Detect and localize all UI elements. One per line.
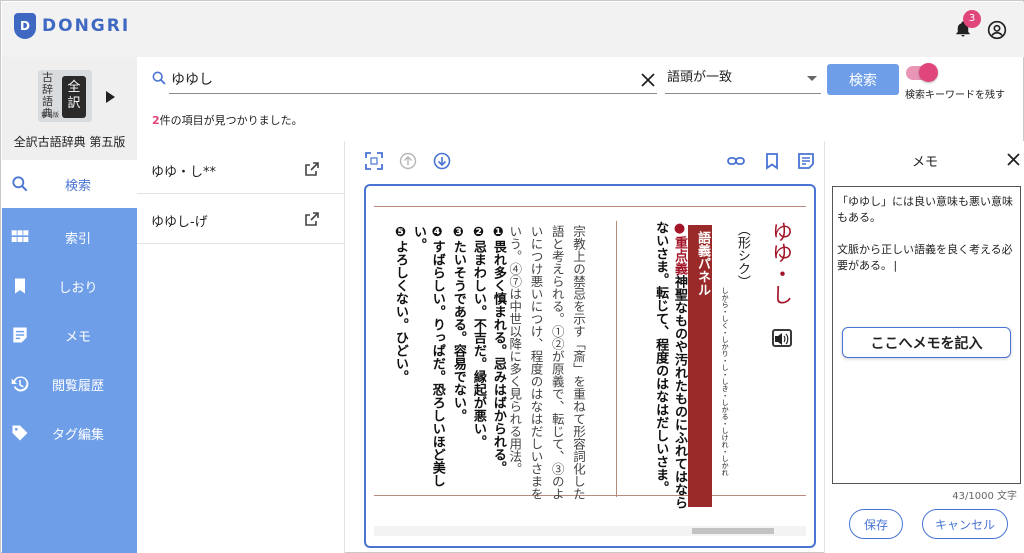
memo-char-counter: 43/1000 文字 — [952, 491, 1017, 502]
match-mode-select[interactable]: 語頭が一致 — [665, 64, 821, 94]
search-button[interactable]: 検索 — [827, 64, 899, 95]
search-input[interactable] — [169, 64, 657, 94]
meaning-panel-label: 語義パネル — [688, 225, 712, 507]
memo-panel: メモ 「ゆゆし」には良い意味も悪い意味もある。 文脈から正しい語義を良く考える必… — [824, 141, 1024, 553]
fullscreen-icon[interactable] — [365, 152, 383, 170]
dictionary-page[interactable]: ゆゆ・し （形シク） しから・しく・しかり・し・しき・しかる・しけれ・しかれ 語… — [364, 184, 816, 548]
scrollbar-thumb[interactable] — [692, 528, 774, 534]
bookmark-icon[interactable] — [763, 152, 781, 170]
viewer-toolbar — [357, 141, 823, 181]
result-count: 2件の項目が見つかりました。 — [152, 112, 303, 128]
notification-badge: 3 — [963, 10, 981, 28]
results-list: ゆゆ・し** ゆゆし-げ — [137, 141, 345, 553]
entry-headword: ゆゆ・し — [769, 221, 794, 305]
sense-2: ❷忌まわしい。不吉だ。縁起が悪い。 — [470, 225, 486, 448]
close-icon[interactable] — [1007, 153, 1020, 166]
logo-text: DONGRI — [42, 16, 131, 36]
open-external-icon[interactable] — [304, 161, 320, 177]
sense-4: ❹すばらしい。りっぱだ。恐ろしいほど美しい。 — [410, 225, 445, 487]
sidebar: 古辞語典 全訳 第五版 全訳古語辞典 第五版 検索 索引 しおり メモ 閲覧履歴 — [2, 57, 137, 553]
result-count-number: 2 — [152, 114, 160, 127]
speaker-icon[interactable] — [772, 329, 792, 347]
sidebar-item-search[interactable]: 検索 — [2, 160, 137, 208]
sidebar-item-label: 閲覧履歴 — [51, 378, 104, 394]
keep-keyword-label: 検索キーワードを残す — [905, 90, 1005, 101]
sense-1: ❶畏れ多く慎まれる。忌みはばかられる。 — [490, 225, 506, 474]
toggle-knob[interactable] — [919, 63, 938, 82]
sidebar-item-index[interactable]: 索引 — [2, 213, 137, 261]
sidebar-item-bookmarks[interactable]: しおり — [2, 262, 137, 310]
account-icon[interactable] — [987, 20, 1007, 40]
logo-mark-icon: D — [14, 13, 36, 39]
entry-area: ゆゆ・し （形シク） しから・しく・しかり・し・しき・しかる・しけれ・しかれ 語… — [374, 206, 806, 509]
list-item[interactable]: ゆゆし-げ — [137, 195, 345, 244]
add-memo-button[interactable]: ここへメモを記入 — [842, 327, 1011, 358]
list-item[interactable]: ゆゆ・し** — [137, 145, 345, 194]
horizontal-scrollbar[interactable] — [374, 526, 806, 536]
bookmark-icon — [15, 278, 25, 294]
history-icon — [11, 376, 29, 392]
link-icon[interactable] — [727, 152, 745, 170]
arrow-down-circle-icon[interactable] — [433, 152, 451, 170]
open-external-icon[interactable] — [304, 211, 320, 227]
app-logo[interactable]: D DONGRI — [14, 13, 130, 39]
key-meaning-label: ●重点義 — [672, 221, 687, 275]
result-title: ゆゆし-げ — [151, 215, 208, 230]
dictionary-cover: 古辞語典 全訳 第五版 — [38, 70, 92, 122]
sidebar-item-history[interactable]: 閲覧履歴 — [2, 360, 137, 408]
sidebar-item-label: しおり — [58, 280, 98, 296]
cancel-button[interactable]: キャンセル — [922, 509, 1008, 539]
sidebar-item-tags[interactable]: タグ編集 — [2, 409, 137, 457]
divider — [616, 221, 617, 497]
entry-conjugation-forms: しから・しく・しかり・し・しき・しかる・しけれ・しかれ — [721, 287, 730, 476]
grid-icon — [11, 230, 29, 242]
top-bar: D DONGRI — [2, 2, 1024, 57]
entry-conjugation: （形シク） — [734, 223, 750, 288]
sidebar-item-label: タグ編集 — [51, 427, 104, 443]
memo-title: メモ — [911, 155, 938, 170]
arrow-up-circle-icon[interactable] — [399, 152, 417, 170]
dictionary-name: 全訳古語辞典 第五版 — [13, 135, 126, 149]
play-arrow-icon[interactable] — [106, 91, 115, 103]
sidebar-item-memo[interactable]: メモ — [2, 311, 137, 359]
search-icon — [152, 71, 166, 85]
sidebar-item-label: メモ — [64, 329, 91, 345]
sidebar-item-label: 検索 — [64, 178, 91, 194]
save-button[interactable]: 保存 — [849, 509, 903, 539]
sense-3: ❸たいそうである。容易でない。 — [450, 225, 466, 422]
sidebar-item-label: 索引 — [64, 231, 91, 247]
search-icon — [12, 176, 28, 192]
app-window: D DONGRI 3 古辞語典 全訳 第五版 全訳古語辞典 第五版 検索 索引 … — [0, 0, 1024, 553]
memo-icon — [13, 327, 27, 343]
cover-edition: 第五版 — [41, 112, 60, 119]
cover-big-text: 全訳 — [62, 76, 86, 118]
tag-icon — [12, 425, 28, 441]
dictionary-selector[interactable]: 古辞語典 全訳 第五版 全訳古語辞典 第五版 — [2, 57, 137, 160]
chevron-down-icon[interactable] — [807, 76, 817, 81]
result-title: ゆゆ・し** — [151, 165, 217, 180]
sense-5: ❺よろしくない。ひどい。 — [392, 225, 408, 383]
entry-key-meaning: ●重点義神聖なものや汚れたものにふれてはならないさま。転じて、程度のはなはだしい… — [646, 221, 688, 509]
audio-icon — [775, 333, 789, 345]
close-icon[interactable] — [641, 73, 655, 87]
memo-icon[interactable] — [797, 152, 815, 170]
entry-etymology: 宗教上の禁忌を示す「斎」を重ねて形容詞化した語と考えられる。①②が原義で、転じて… — [507, 225, 586, 500]
result-count-text: 件の項目が見つかりました。 — [159, 114, 303, 127]
